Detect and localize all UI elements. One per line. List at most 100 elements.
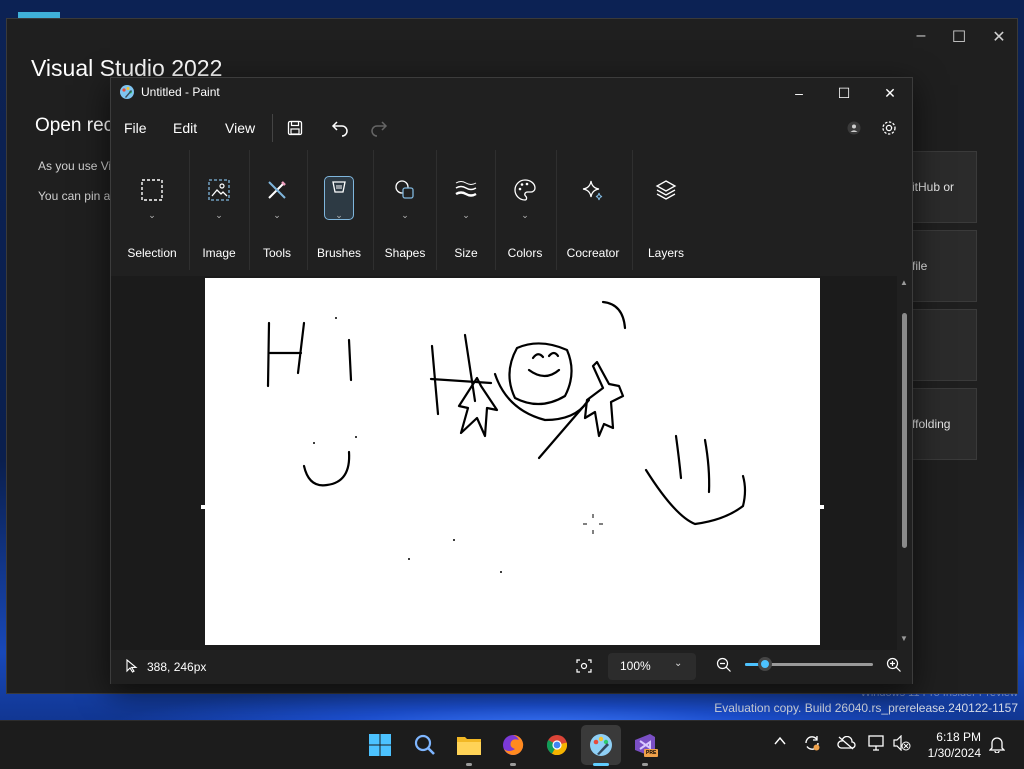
redo-button[interactable] [367,116,391,140]
undo-button[interactable] [328,116,352,140]
ribbon-image[interactable]: ⌄ Image [191,150,247,276]
canvas-resize-handle-left[interactable] [201,505,205,509]
drawing-canvas[interactable] [205,278,820,645]
running-indicator [642,763,648,766]
start-button[interactable] [366,731,394,759]
scroll-down-icon[interactable]: ▼ [899,634,909,643]
ribbon-label: Size [454,246,478,260]
ribbon-layers[interactable]: Layers [636,150,696,276]
file-explorer-button[interactable] [455,731,483,759]
paint-icon [590,734,612,756]
firefox-button[interactable] [499,731,527,759]
canvas-drawing [266,300,747,573]
chevron-down-icon: ⌄ [215,210,223,220]
vs-minimize-button[interactable]: – [911,27,931,45]
network-tray-button[interactable] [868,735,886,754]
selection-icon [141,179,163,201]
zoom-out-icon[interactable] [716,657,732,673]
vs-text-2: You can pin a [38,189,111,203]
ribbon-label: Cocreator [566,246,620,260]
paint-app-icon [120,85,134,99]
vs-maximize-button[interactable]: ☐ [949,27,969,47]
chevron-down-icon: ⌄ [335,210,343,220]
clock-time: 6:18 PM [936,730,981,744]
zoom-level-dropdown[interactable]: 100% ⌄ [608,653,696,680]
search-button[interactable] [411,731,439,759]
chrome-button[interactable] [543,731,571,759]
watermark-line-2: Evaluation copy. Build 26040.rs_prerelea… [714,701,1018,715]
volume-tray-button[interactable] [893,734,911,754]
vs-open-recent-heading: Open rec [35,115,114,136]
fit-to-window-icon[interactable] [576,659,592,673]
scroll-up-icon[interactable]: ▲ [899,278,909,287]
ribbon-selection[interactable]: ⌄ Selection [117,150,187,276]
clock-date: 1/30/2024 [927,746,981,760]
ribbon-brushes[interactable]: ⌄ Brushes [309,150,369,276]
paint-titlebar[interactable]: Untitled - Paint – ☐ ✕ [111,78,912,108]
cloud-offline-icon [837,735,856,750]
scroll-thumb[interactable] [902,313,907,548]
ribbon-colors[interactable]: ⌄ Colors [497,150,553,276]
cursor-coordinates: 388, 246px [147,660,207,674]
vs-card-label: ffolding [912,417,951,431]
ribbon-label: Colors [507,246,543,260]
chevron-down-icon: ⌄ [521,210,529,220]
paint-minimize-button[interactable]: – [779,82,819,104]
vertical-scrollbar[interactable]: ▲ ▼ [899,278,909,648]
active-indicator [593,763,609,766]
sync-tray-button[interactable] [803,734,821,755]
ribbon-size[interactable]: ⌄ Size [438,150,494,276]
paint-maximize-button[interactable]: ☐ [824,82,864,104]
canvas-resize-handle-right[interactable] [820,505,824,509]
pointer-icon [126,659,138,673]
search-icon [414,734,435,755]
paint-window-title: Untitled - Paint [141,85,220,99]
zoom-slider-thumb[interactable] [758,657,772,671]
ribbon-divider [556,150,557,270]
ribbon-tools[interactable]: ⌄ Tools [251,150,303,276]
tools-icon [268,181,286,199]
running-indicator [510,763,516,766]
paint-close-button[interactable]: ✕ [870,82,910,104]
network-icon [868,735,884,751]
redo-icon [371,121,388,137]
ribbon-shapes[interactable]: ⌄ Shapes [375,150,435,276]
save-icon [287,120,303,136]
settings-button[interactable] [877,116,901,140]
ribbon-label: Tools [262,246,291,260]
vs-close-button[interactable]: ✕ [989,27,1009,47]
ribbon-divider [495,150,496,270]
ribbon-divider [373,150,374,270]
chevron-down-icon: ⌄ [273,210,281,220]
chevron-down-icon: ⌄ [401,210,409,220]
volume-muted-icon [893,734,911,752]
visual-studio-preview-button[interactable]: PRE [631,731,659,759]
zoom-level-value: 100% [620,659,651,673]
gear-icon [882,121,896,135]
show-hidden-icons-button[interactable] [774,735,786,749]
notifications-button[interactable] [988,735,1006,756]
vs-card-label: file [912,259,928,273]
ribbon-toolbar: ⌄ Selection ⌄ Image ⌄ Tools ⌄ Brushes ⌄ … [111,150,912,276]
vs-card-label: itHub or [912,180,955,194]
menu-view[interactable]: View [225,120,255,136]
ribbon-cocreator[interactable]: Cocreator [558,150,628,276]
chevron-down-icon: ⌄ [674,658,683,669]
firefox-icon [503,734,524,755]
menu-separator [272,114,273,142]
paint-taskbar-button[interactable] [587,731,615,759]
account-button[interactable] [842,116,866,140]
onedrive-tray-button[interactable] [836,735,856,753]
menu-file[interactable]: File [124,120,147,136]
ribbon-divider [307,150,308,270]
zoom-in-icon[interactable] [886,657,902,673]
preview-badge: PRE [646,750,657,756]
taskbar-clock[interactable]: 6:18 PM 1/30/2024 [917,729,981,761]
palette-icon [514,179,536,201]
running-indicator [466,763,472,766]
menu-edit[interactable]: Edit [173,120,197,136]
image-icon [208,179,230,201]
save-button[interactable] [283,116,307,140]
chevron-down-icon: ⌄ [148,210,156,220]
paint-window: Untitled - Paint – ☐ ✕ File Edit View ⌄ … [110,77,913,684]
